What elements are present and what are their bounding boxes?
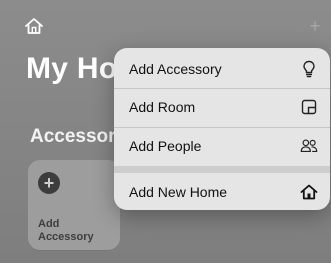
tile-label: Add Accessory bbox=[38, 218, 94, 243]
menu-item-label: Add People bbox=[129, 138, 202, 154]
lightbulb-icon bbox=[299, 59, 319, 79]
plus-icon[interactable]: + bbox=[307, 17, 323, 35]
menu-item-label: Add Accessory bbox=[129, 61, 222, 77]
house-outline-icon[interactable] bbox=[24, 16, 44, 36]
menu-item-add-people[interactable]: Add People bbox=[114, 127, 330, 165]
menu-group-divider bbox=[114, 166, 330, 173]
add-menu: Add Accessory Add Room Add People Add Ne… bbox=[114, 48, 330, 210]
menu-item-label: Add Room bbox=[129, 99, 196, 115]
add-accessory-tile[interactable]: + Add Accessory bbox=[28, 160, 120, 250]
page-title: My Ho bbox=[26, 52, 118, 85]
plus-circle-icon: + bbox=[38, 172, 60, 194]
menu-item-add-room[interactable]: Add Room bbox=[114, 88, 330, 126]
people-icon bbox=[299, 136, 319, 156]
house-icon bbox=[299, 182, 319, 202]
section-title-accessories: Accessor bbox=[30, 126, 116, 147]
menu-item-label: Add New Home bbox=[129, 184, 228, 200]
menu-item-add-new-home[interactable]: Add New Home bbox=[114, 173, 330, 210]
room-icon bbox=[299, 97, 319, 117]
menu-item-add-accessory[interactable]: Add Accessory bbox=[114, 50, 330, 88]
